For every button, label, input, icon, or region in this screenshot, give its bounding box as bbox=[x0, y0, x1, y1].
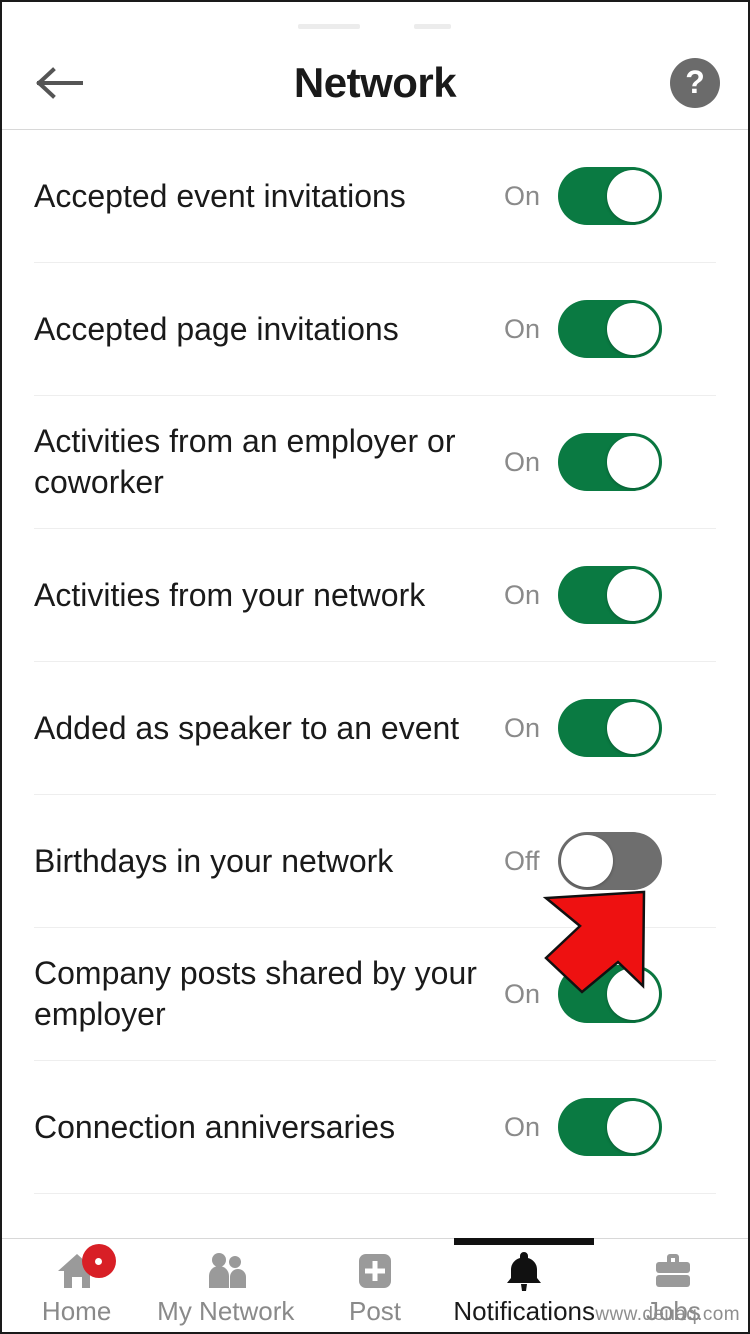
toggle-knob bbox=[607, 968, 660, 1020]
toggle-knob bbox=[560, 835, 613, 887]
settings-row-state: On bbox=[504, 313, 541, 344]
settings-row-label: Birthdays in your network bbox=[34, 842, 394, 879]
nav-item-label: My Network bbox=[157, 1296, 295, 1326]
notification-badge bbox=[81, 1244, 116, 1278]
toggle-knob bbox=[607, 569, 660, 621]
toggle-knob bbox=[607, 702, 660, 754]
settings-row-state: On bbox=[504, 180, 541, 211]
settings-row-label: Added as speaker to an event bbox=[34, 709, 460, 746]
toggle-knob bbox=[607, 303, 660, 355]
settings-row-toggle[interactable] bbox=[558, 300, 663, 358]
help-button[interactable]: ? bbox=[670, 57, 720, 108]
toggle-knob bbox=[607, 436, 660, 488]
bell-icon bbox=[507, 1252, 542, 1291]
nav-item-home[interactable]: Home bbox=[2, 1239, 151, 1332]
settings-row[interactable]: Accepted page invitations On bbox=[2, 263, 748, 395]
settings-row-label: Activities from an employer or coworker bbox=[34, 423, 456, 500]
settings-row-toggle[interactable] bbox=[558, 699, 663, 757]
app-header: Network ? bbox=[2, 36, 748, 130]
toggle-knob bbox=[607, 170, 660, 222]
active-tab-indicator bbox=[454, 1238, 595, 1245]
nav-icon-wrap bbox=[203, 1248, 249, 1294]
nav-item-label: Post bbox=[348, 1296, 402, 1326]
settings-row-state: On bbox=[504, 978, 541, 1009]
settings-row-state: On bbox=[504, 446, 541, 477]
settings-row[interactable]: Company posts shared by your employer On bbox=[2, 928, 748, 1060]
nav-icon-wrap bbox=[54, 1244, 116, 1294]
settings-row-state: On bbox=[504, 579, 541, 610]
nav-icon-wrap bbox=[352, 1248, 398, 1294]
status-mark-left bbox=[298, 24, 360, 29]
settings-row-label: Accepted page invitations bbox=[34, 310, 399, 347]
settings-row-state: On bbox=[504, 712, 541, 743]
settings-row-label: Connection anniversaries bbox=[34, 1108, 396, 1145]
settings-row-toggle[interactable] bbox=[558, 1098, 663, 1156]
status-bar bbox=[2, 2, 748, 36]
nav-icon-wrap bbox=[501, 1248, 547, 1294]
toggle-knob bbox=[607, 1101, 660, 1153]
people-icon bbox=[208, 1253, 246, 1288]
settings-row-label: Activities from your network bbox=[34, 576, 426, 613]
badge-inner-dot bbox=[95, 1257, 103, 1265]
settings-row[interactable]: Birthdays in your network Off bbox=[2, 795, 748, 927]
settings-row-toggle[interactable] bbox=[558, 566, 663, 624]
settings-row-toggle[interactable] bbox=[558, 167, 663, 225]
watermark: www.deuaq.com bbox=[595, 1304, 740, 1325]
briefcase-icon bbox=[656, 1254, 691, 1287]
phone-screen: Network ? Accepted event invitations On Ac… bbox=[0, 0, 750, 1334]
row-divider bbox=[34, 1193, 716, 1194]
settings-row[interactable]: Activities from your network On bbox=[2, 529, 748, 661]
nav-item-label: Notifications bbox=[453, 1296, 596, 1326]
settings-row-toggle[interactable] bbox=[557, 832, 662, 890]
settings-row-state: On bbox=[504, 1111, 541, 1142]
settings-row-state: Off bbox=[504, 845, 540, 876]
settings-row[interactable]: Accepted event invitations On bbox=[2, 130, 748, 262]
settings-list[interactable]: Accepted event invitations On Accepted pag… bbox=[2, 130, 748, 1238]
back-button[interactable] bbox=[32, 55, 88, 111]
settings-row[interactable]: Connection anniversaries On bbox=[2, 1061, 748, 1193]
nav-item-notifications[interactable]: Notifications bbox=[450, 1238, 599, 1332]
nav-item-my-network[interactable]: My Network bbox=[151, 1239, 300, 1332]
settings-row-label: Accepted event invitations bbox=[34, 177, 406, 214]
arrow-left-icon bbox=[36, 66, 83, 99]
settings-row-toggle[interactable] bbox=[558, 433, 663, 491]
settings-row-toggle[interactable] bbox=[558, 965, 663, 1023]
help-question-icon: ? bbox=[685, 63, 705, 100]
status-mark-right bbox=[414, 24, 451, 29]
settings-row-label: Company posts shared by your employer bbox=[34, 955, 477, 1032]
nav-icon-wrap bbox=[650, 1248, 696, 1294]
page-title: Network bbox=[293, 58, 457, 106]
nav-item-label: Home bbox=[41, 1296, 112, 1326]
plus-square-icon bbox=[359, 1254, 391, 1288]
settings-row[interactable]: Activities from an employer or coworker O… bbox=[2, 396, 748, 528]
nav-item-post[interactable]: Post bbox=[300, 1239, 449, 1332]
settings-row[interactable]: Added as speaker to an event On bbox=[2, 662, 748, 794]
